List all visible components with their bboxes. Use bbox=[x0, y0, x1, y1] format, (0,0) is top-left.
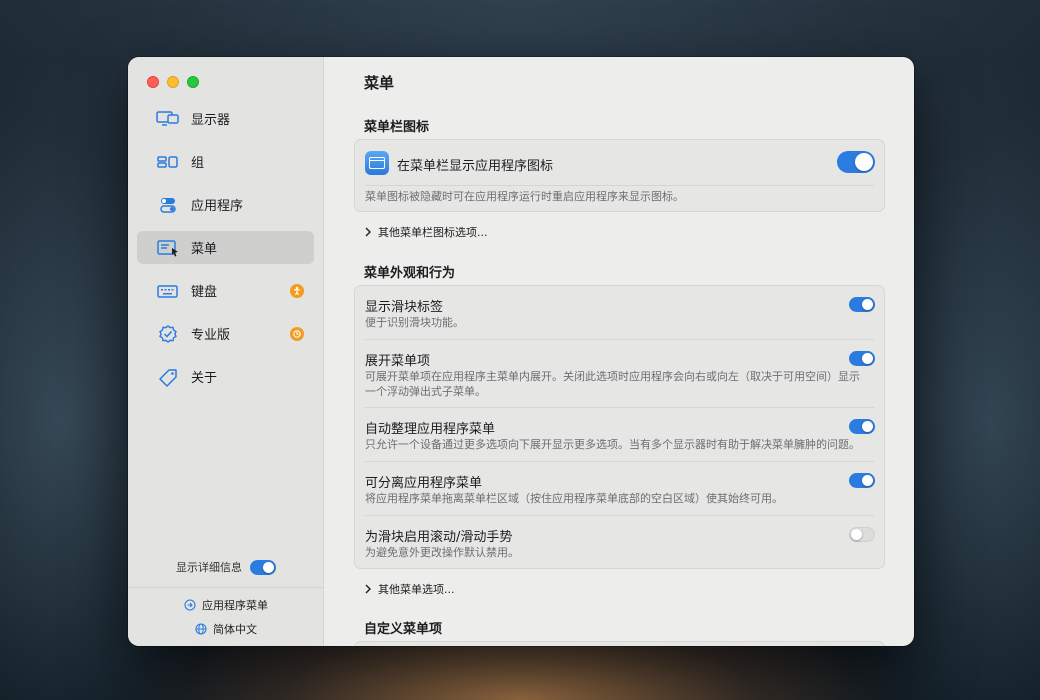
verified-badge-icon bbox=[155, 324, 181, 344]
show-details-label: 显示详细信息 bbox=[176, 561, 242, 574]
zoom-window-button[interactable] bbox=[187, 76, 199, 88]
app-menu-label: 应用程序菜单 bbox=[202, 599, 268, 612]
page-title: 菜单 bbox=[364, 74, 395, 92]
close-window-button[interactable] bbox=[147, 76, 159, 88]
show-details-row: 显示详细信息 bbox=[128, 559, 324, 575]
chevron-right-icon bbox=[365, 227, 371, 237]
sidebar-item-label: 关于 bbox=[191, 371, 218, 386]
sidebar-item-menu[interactable]: 菜单 bbox=[137, 231, 314, 264]
sidebar-item-apps[interactable]: 应用程序 bbox=[137, 188, 314, 221]
row-divider bbox=[365, 407, 874, 408]
detachable-menu-desc: 将应用程序菜单拖离菜单栏区域（按住应用程序菜单底部的空白区域）使其始终可用。 bbox=[365, 492, 783, 505]
menubar-icon-card: 在菜单栏显示应用程序图标 菜单图标被隐藏时可在应用程序运行时重启应用程序来显示图… bbox=[354, 139, 885, 212]
more-menu-options-label: 其他菜单选项... bbox=[378, 583, 455, 596]
group-icon bbox=[155, 152, 181, 172]
appearance-section-title: 菜单外观和行为 bbox=[364, 266, 456, 281]
sidebar-divider bbox=[128, 587, 324, 588]
sidebar-nav: 显示器 组 应用程序 菜单 键盘 专业版 关于 bbox=[137, 102, 314, 403]
slider-labels-title: 显示滑块标签 bbox=[365, 300, 444, 315]
auto-arrange-toggle[interactable] bbox=[849, 419, 875, 434]
row-divider bbox=[365, 185, 874, 186]
appearance-card: 显示滑块标签 便于识别滑块功能。 展开菜单项 可展开菜单项在应用程序主菜单内展开… bbox=[354, 285, 885, 569]
custom-menu-section-title: 自定义菜单项 bbox=[364, 622, 443, 637]
sidebar: 显示器 组 应用程序 菜单 键盘 专业版 关于 显示详细信息 应用程序菜单 简体… bbox=[128, 57, 324, 646]
app-window-icon bbox=[365, 151, 389, 175]
menubar-icon-description: 菜单图标被隐藏时可在应用程序运行时重启应用程序来显示图标。 bbox=[365, 190, 684, 203]
sidebar-item-label: 专业版 bbox=[191, 328, 231, 343]
slider-labels-toggle[interactable] bbox=[849, 297, 875, 312]
chevron-right-icon bbox=[365, 584, 371, 594]
language-link[interactable]: 简体中文 bbox=[128, 621, 324, 637]
more-menubar-icon-options-link[interactable]: 其他菜单栏图标选项... bbox=[364, 224, 488, 240]
more-menubar-icon-options-label: 其他菜单栏图标选项... bbox=[378, 226, 488, 239]
expand-menu-items-toggle[interactable] bbox=[849, 351, 875, 366]
sidebar-item-keyboard[interactable]: 键盘 bbox=[137, 274, 314, 307]
arrow-circle-icon bbox=[184, 599, 196, 611]
settings-window: 显示器 组 应用程序 菜单 键盘 专业版 关于 显示详细信息 应用程序菜单 简体… bbox=[128, 57, 914, 646]
auto-arrange-desc: 只允许一个设备通过更多选项向下展开显示更多选项。当有多个显示器时有助于解决菜单臃… bbox=[365, 438, 860, 451]
row-divider bbox=[365, 339, 874, 340]
keyboard-icon bbox=[155, 281, 181, 301]
minimize-window-button[interactable] bbox=[167, 76, 179, 88]
clock-badge-icon bbox=[290, 326, 304, 341]
expand-menu-items-desc: 可展开菜单项在应用程序主菜单内展开。关闭此选项时应用程序会向右或向左（取决于可用… bbox=[365, 370, 860, 398]
detachable-menu-title: 可分离应用程序菜单 bbox=[365, 476, 483, 491]
window-controls bbox=[147, 76, 199, 88]
scroll-gesture-title: 为滑块启用滚动/滑动手势 bbox=[365, 530, 513, 545]
sidebar-item-label: 组 bbox=[191, 156, 205, 171]
sidebar-item-label: 菜单 bbox=[191, 242, 218, 257]
expand-menu-items-title: 展开菜单项 bbox=[365, 354, 431, 369]
row-divider bbox=[365, 515, 874, 516]
show-menubar-icon-toggle[interactable] bbox=[837, 151, 875, 173]
app-toggles-icon bbox=[155, 195, 181, 215]
row-divider bbox=[365, 461, 874, 462]
sidebar-item-groups[interactable]: 组 bbox=[137, 145, 314, 178]
sidebar-item-label: 键盘 bbox=[191, 285, 218, 300]
language-label: 简体中文 bbox=[213, 623, 257, 636]
sidebar-item-pro[interactable]: 专业版 bbox=[137, 317, 314, 350]
more-menu-options-link[interactable]: 其他菜单选项... bbox=[364, 581, 455, 597]
slider-labels-desc: 便于识别滑块功能。 bbox=[365, 316, 464, 329]
accessibility-badge-icon bbox=[290, 283, 304, 298]
main-content: 菜单 菜单栏图标 在菜单栏显示应用程序图标 菜单图标被隐藏时可在应用程序运行时重… bbox=[325, 57, 914, 646]
globe-icon bbox=[195, 623, 207, 635]
scroll-gesture-toggle[interactable] bbox=[849, 527, 875, 542]
auto-arrange-title: 自动整理应用程序菜单 bbox=[365, 422, 496, 437]
show-details-toggle[interactable] bbox=[250, 559, 276, 575]
app-menu-link[interactable]: 应用程序菜单 bbox=[128, 597, 324, 613]
custom-menu-card bbox=[354, 641, 885, 646]
scroll-gesture-desc: 为避免意外更改操作默认禁用。 bbox=[365, 546, 519, 559]
show-menubar-icon-label: 在菜单栏显示应用程序图标 bbox=[397, 159, 554, 174]
sidebar-item-about[interactable]: 关于 bbox=[137, 360, 314, 393]
menubar-icon-section-title: 菜单栏图标 bbox=[364, 120, 430, 135]
sidebar-item-label: 应用程序 bbox=[191, 199, 244, 214]
menu-cursor-icon bbox=[155, 238, 181, 258]
detachable-menu-toggle[interactable] bbox=[849, 473, 875, 488]
sidebar-item-label: 显示器 bbox=[191, 113, 231, 128]
display-icon bbox=[155, 109, 181, 129]
tag-icon bbox=[155, 367, 181, 387]
sidebar-item-displays[interactable]: 显示器 bbox=[137, 102, 314, 135]
